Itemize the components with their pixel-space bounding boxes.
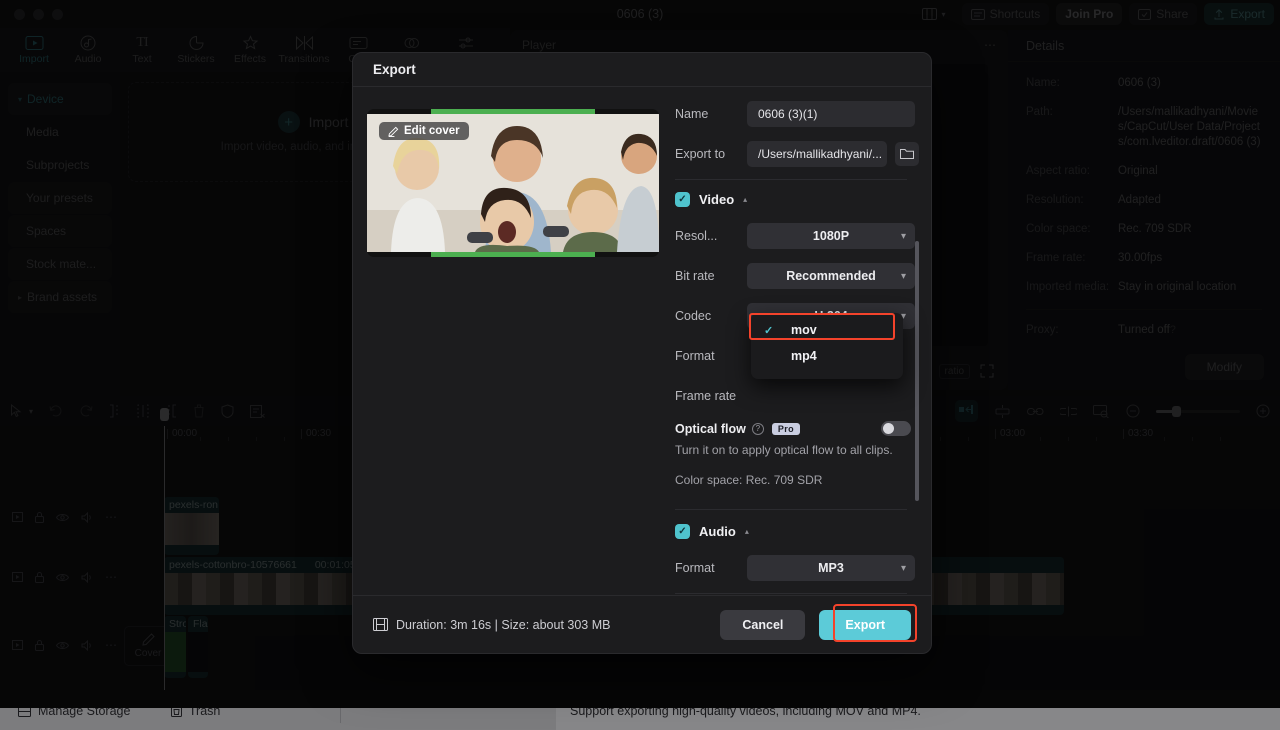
chevron-down-icon: ▾ [901, 271, 906, 282]
export-dialog-title: Export [353, 53, 931, 87]
toggle-knob [883, 423, 894, 434]
export-button-annotation [833, 604, 917, 642]
field-resolution: Resol... 1080P ▾ [675, 221, 921, 251]
audio-checkbox[interactable]: ✓ [675, 524, 690, 539]
green-bar-bottom [431, 252, 595, 257]
optical-flow-label: Optical flow [675, 422, 746, 436]
color-space-line: Color space: Rec. 709 SDR [675, 473, 921, 487]
film-icon [373, 618, 388, 631]
export-summary: Duration: 3m 16s | Size: about 303 MB [373, 618, 610, 632]
chevron-up-icon[interactable]: ▴ [743, 195, 747, 204]
edit-cover-label: Edit cover [404, 125, 460, 137]
pro-badge: Pro [772, 423, 800, 435]
pencil-icon [388, 126, 399, 137]
name-label: Name [675, 107, 747, 121]
optical-flow-description: Turn it on to apply optical flow to all … [675, 443, 921, 457]
field-name: Name 0606 (3)(1) [675, 99, 921, 129]
format-option-mp4-label: mp4 [791, 349, 817, 363]
audio-format-label: Format [675, 561, 747, 575]
frame-rate-label: Frame rate [675, 389, 747, 403]
form-scrollbar[interactable] [915, 241, 919, 501]
edit-cover-button[interactable]: Edit cover [379, 122, 469, 140]
optical-flow-toggle[interactable] [881, 421, 911, 436]
bit-rate-label: Bit rate [675, 269, 747, 283]
cover-preview[interactable]: Edit cover [367, 109, 659, 257]
bit-rate-value: Recommended [786, 269, 876, 283]
form-divider-2 [675, 509, 907, 510]
bit-rate-select[interactable]: Recommended ▾ [747, 263, 915, 289]
resolution-value: 1080P [813, 229, 849, 243]
name-input[interactable]: 0606 (3)(1) [747, 101, 915, 127]
format-option-mp4[interactable]: mp4 [751, 343, 903, 369]
export-to-label: Export to [675, 147, 747, 161]
audio-section-title: Audio [699, 524, 736, 539]
audio-format-value: MP3 [818, 561, 844, 575]
format-option-mov-annotation [749, 313, 895, 340]
folder-icon [900, 148, 914, 160]
browse-folder-button[interactable] [895, 142, 919, 166]
field-audio-format: Format MP3 ▾ [675, 553, 921, 583]
video-section-title: Video [699, 192, 734, 207]
form-divider-1 [675, 179, 907, 180]
field-bit-rate: Bit rate Recommended ▾ [675, 261, 921, 291]
cancel-button[interactable]: Cancel [720, 610, 805, 640]
export-to-input[interactable]: /Users/mallikadhyani/... [747, 141, 887, 167]
resolution-select[interactable]: 1080P ▾ [747, 223, 915, 249]
resolution-label: Resol... [675, 229, 747, 243]
codec-label: Codec [675, 309, 747, 323]
chevron-down-icon: ▾ [901, 231, 906, 242]
field-export-to: Export to /Users/mallikadhyani/... [675, 139, 921, 169]
format-label: Format [675, 349, 747, 363]
form-divider-3 [675, 593, 907, 594]
optical-flow-row: Optical flow ? Pro [675, 421, 921, 436]
audio-section-header[interactable]: ✓ Audio ▴ [675, 524, 921, 539]
chevron-up-icon[interactable]: ▴ [745, 527, 749, 536]
field-frame-rate: Frame rate 30fps ▾ [675, 381, 921, 411]
help-icon[interactable]: ? [752, 423, 764, 435]
video-section-header[interactable]: ✓ Video ▴ [675, 192, 921, 207]
export-summary-text: Duration: 3m 16s | Size: about 303 MB [396, 618, 610, 632]
video-checkbox[interactable]: ✓ [675, 192, 690, 207]
app-root: 0606 (3) ▾ Shortcuts Join Pro Share [0, 0, 1280, 730]
audio-format-select[interactable]: MP3 ▾ [747, 555, 915, 581]
chevron-down-icon: ▾ [901, 563, 906, 574]
